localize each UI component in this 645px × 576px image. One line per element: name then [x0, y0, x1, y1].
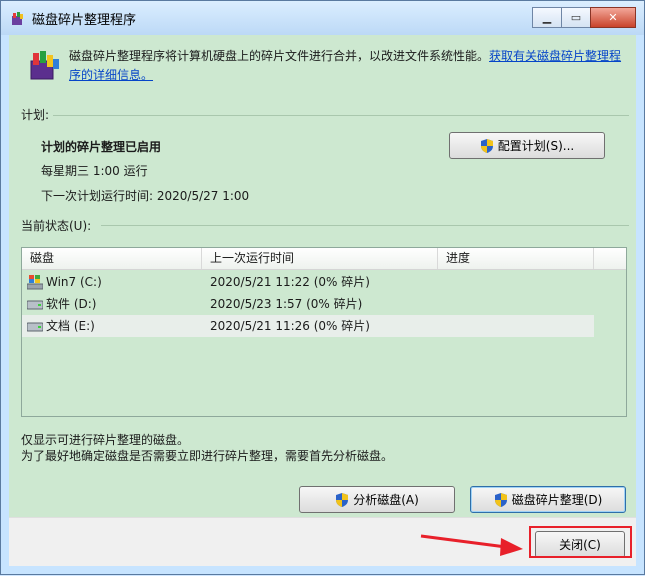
column-header-progress[interactable]: 进度 [438, 248, 594, 269]
title-bar[interactable]: 磁盘碎片整理程序 ▁ ▭ ✕ [1, 1, 644, 35]
window-title: 磁盘碎片整理程序 [32, 13, 137, 28]
uac-shield-icon [480, 138, 493, 153]
column-header-last-run[interactable]: 上一次运行时间 [202, 248, 438, 269]
uac-shield-icon [336, 492, 349, 507]
defragment-disk-label: 磁盘碎片整理(D) [511, 493, 603, 507]
close-icon: ✕ [608, 11, 618, 24]
last-run-value: 2020/5/21 11:26 (0% 碎片) [210, 319, 370, 333]
schedule-status: 计划的碎片整理已启用 [41, 140, 162, 154]
disk-row-selected[interactable]: 文档 (E:) 2020/5/21 11:26 (0% 碎片) [22, 315, 594, 337]
last-run-value: 2020/5/23 1:57 (0% 碎片) [210, 297, 363, 311]
disk-name: 文档 (E:) [46, 319, 95, 333]
disk-row[interactable]: Win7 (C:) 2020/5/21 11:22 (0% 碎片) [22, 271, 594, 293]
analyze-disk-label: 分析磁盘(A) [353, 493, 419, 507]
intro-text: 磁盘碎片整理程序将计算机硬盘上的碎片文件进行合并，以改进文件系统性能。 [69, 49, 490, 63]
next-run-time: 下一次计划运行时间: 2020/5/27 1:00 [41, 189, 250, 203]
drive-icon [27, 322, 43, 332]
client-area: 磁盘碎片整理程序将计算机硬盘上的碎片文件进行合并，以改进文件系统性能。获取有关磁… [9, 35, 636, 517]
maximize-icon: ▭ [570, 11, 582, 24]
divider [101, 225, 629, 226]
windows-drive-icon [27, 275, 43, 290]
defrag-app-icon [12, 12, 23, 25]
last-run-value: 2020/5/21 11:22 (0% 碎片) [210, 275, 370, 289]
divider [53, 115, 629, 116]
disk-row[interactable]: 软件 (D:) 2020/5/23 1:57 (0% 碎片) [22, 293, 594, 315]
disk-list[interactable]: 磁盘 上一次运行时间 进度 Win7 (C:) 2020/5/21 11:22 … [21, 247, 627, 417]
minimize-icon: ▁ [542, 11, 552, 24]
drive-icon [27, 300, 43, 310]
configure-schedule-button[interactable]: 配置计划(S)... [449, 132, 605, 159]
configure-schedule-label: 配置计划(S)... [497, 139, 575, 153]
annotation-highlight-box [529, 526, 632, 558]
disk-list-header: 磁盘 上一次运行时间 进度 [22, 248, 626, 270]
close-window-button[interactable]: ✕ [590, 7, 636, 28]
note-defraggable-only: 仅显示可进行碎片整理的磁盘。 [21, 433, 190, 447]
intro-text-block: 磁盘碎片整理程序将计算机硬盘上的碎片文件进行合并，以改进文件系统性能。获取有关磁… [69, 47, 629, 85]
minimize-button[interactable]: ▁ [532, 7, 562, 28]
uac-shield-icon [494, 492, 507, 507]
column-header-disk[interactable]: 磁盘 [22, 248, 202, 269]
disk-name: Win7 (C:) [46, 275, 102, 289]
schedule-frequency: 每星期三 1:00 运行 [41, 164, 148, 178]
disk-name: 软件 (D:) [46, 297, 97, 311]
defrag-window: 磁盘碎片整理程序 ▁ ▭ ✕ 磁盘碎片整理程序将计算机硬盘上的碎片文件进行合并，… [0, 0, 645, 575]
analyze-disk-button[interactable]: 分析磁盘(A) [299, 486, 455, 513]
note-analyze-first: 为了最好地确定磁盘是否需要立即进行碎片整理，需要首先分析磁盘。 [21, 449, 394, 463]
defragment-disk-button[interactable]: 磁盘碎片整理(D) [470, 486, 626, 513]
maximize-button[interactable]: ▭ [561, 7, 591, 28]
defrag-app-icon [30, 51, 59, 80]
current-status-label: 当前状态(U): [21, 219, 92, 233]
schedule-label: 计划: [21, 108, 50, 122]
